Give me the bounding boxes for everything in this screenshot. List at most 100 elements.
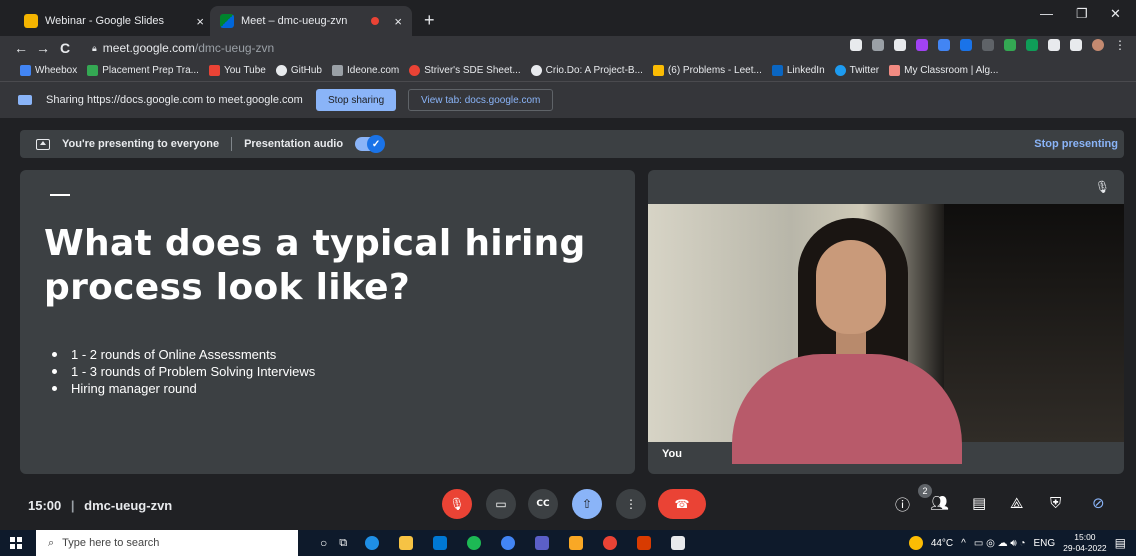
bookmark-item[interactable]: My Classroom | Alg... — [889, 65, 998, 76]
captions-button[interactable]: CC — [528, 489, 558, 519]
tab-webinar-slides[interactable]: Webinar - Google Slides × — [14, 6, 214, 36]
close-window-button[interactable]: ✕ — [1110, 6, 1121, 22]
extension-icon[interactable] — [982, 39, 994, 51]
activities-button[interactable]: ⟁ — [1010, 494, 1023, 512]
people-button[interactable]: 👥︎ — [930, 494, 949, 512]
app-icon[interactable] — [501, 536, 516, 550]
people-icon: 👥︎ — [930, 494, 950, 512]
chrome-icon[interactable] — [603, 536, 618, 550]
host-controls-button[interactable]: ⛨ — [1050, 494, 1061, 512]
camera-toggle-button[interactable]: ▭ — [486, 489, 516, 519]
bookmark-item[interactable]: Placement Prep Tra... — [87, 65, 199, 76]
taskbar-search[interactable]: ⌕ Type here to search — [36, 530, 298, 556]
info-icon: ⓘ — [895, 496, 911, 514]
extension-icon[interactable] — [960, 39, 972, 51]
app-icon[interactable] — [535, 536, 550, 550]
extension-icon[interactable] — [938, 39, 950, 51]
sidepanel-icon[interactable] — [1070, 39, 1082, 51]
person-face — [816, 240, 886, 334]
extension-icon[interactable] — [1004, 39, 1016, 51]
meeting-info: 15:00 | dmc-ueug-zvn — [28, 498, 172, 513]
notifications-icon[interactable]: ▤ — [1115, 536, 1126, 550]
presenting-status: You're presenting to everyone — [62, 138, 220, 150]
more-options-button[interactable]: ⋮ — [616, 489, 646, 519]
present-now-button[interactable]: ⇧ — [572, 489, 602, 519]
presenting-bar: You're presenting to everyone Presentati… — [20, 130, 1124, 158]
share-icon[interactable] — [872, 39, 884, 51]
system-tray: 44°C ^ ▭ ◎ ☁ 🔊︎ ◔ ENG 15:00 29-04-2022 ▤ — [908, 530, 1126, 556]
companion-button[interactable]: ⊘ — [1092, 494, 1105, 512]
bookmark-item[interactable]: (6) Problems - Leet... — [652, 65, 762, 76]
meeting-details-button[interactable]: ⓘ — [895, 494, 910, 515]
tab-close-icon[interactable]: × — [196, 14, 204, 29]
temperature[interactable]: 44°C — [931, 538, 953, 549]
office-icon[interactable] — [637, 536, 652, 550]
mail-icon[interactable] — [433, 536, 448, 550]
stop-presenting-button[interactable]: Stop presenting — [1034, 138, 1118, 150]
tray-arrow-icon[interactable]: ^ — [961, 538, 966, 549]
tab-meet[interactable]: Meet – dmc-ueug-zvn × — [210, 6, 412, 36]
mic-toggle-button[interactable]: 🎙︎ — [442, 489, 472, 519]
restore-button[interactable]: ❐ — [1076, 6, 1088, 22]
bookmark-icon — [530, 65, 542, 76]
slide-bullet: Hiring manager round — [52, 380, 315, 397]
menu-kebab-icon[interactable]: ⋮ — [1114, 39, 1126, 51]
presentation-audio-toggle[interactable]: ✓ — [355, 135, 386, 153]
profile-avatar-icon[interactable] — [1092, 39, 1104, 51]
bookmark-item[interactable]: Crio.Do: A Project-B... — [530, 65, 643, 76]
weather-icon — [908, 536, 923, 550]
captions-icon: CC — [536, 499, 550, 509]
participant-name: You — [662, 448, 682, 460]
cortana-icon[interactable]: ○ — [320, 536, 327, 550]
self-video-tile[interactable]: 🎙︎ You — [648, 170, 1124, 474]
file-explorer-icon[interactable] — [399, 536, 414, 550]
new-tab-button[interactable]: + — [424, 10, 435, 31]
bookmark-icon — [889, 65, 901, 76]
linkedin-icon — [771, 65, 783, 76]
clock-time: 15:00 — [1074, 532, 1096, 542]
forward-button[interactable]: → — [32, 40, 54, 56]
browser-tab-strip: Webinar - Google Slides × Meet – dmc-ueu… — [0, 0, 1136, 36]
extension-icon[interactable] — [916, 39, 928, 51]
stop-sharing-button[interactable]: Stop sharing — [316, 89, 397, 111]
bookmark-star-icon[interactable] — [894, 39, 906, 51]
bookmark-item[interactable]: GitHub — [275, 65, 322, 76]
view-tab-button[interactable]: View tab: docs.google.com — [408, 89, 554, 111]
bookmark-label: GitHub — [290, 65, 322, 76]
address-bar[interactable]: 🔒︎ meet.google.com/dmc-ueug-zvn — [92, 38, 792, 58]
edge-icon[interactable] — [365, 536, 380, 550]
sublime-icon[interactable] — [569, 536, 584, 550]
extension-icon[interactable] — [1026, 39, 1038, 51]
bookmark-item[interactable]: Ideone.com — [332, 65, 399, 76]
bookmark-item[interactable]: Striver's SDE Sheet... — [409, 65, 521, 76]
tab-close-icon[interactable]: × — [394, 14, 402, 29]
bookmark-item[interactable]: You Tube — [208, 65, 266, 76]
chat-button[interactable]: ▤ — [972, 494, 986, 512]
bookmarks-bar: Wheebox Placement Prep Tra... You Tube G… — [0, 60, 1136, 82]
tab-sharing-bar: Sharing https://docs.google.com to meet.… — [0, 82, 1136, 118]
back-button[interactable]: ← — [10, 40, 32, 56]
twitter-icon — [834, 65, 846, 76]
task-view-icon[interactable]: ⧉ — [339, 537, 347, 550]
tray-icons[interactable]: ▭ ◎ ☁ 🔊︎ ◔ — [974, 538, 1026, 549]
bookmark-label: You Tube — [223, 65, 266, 76]
bullet-text: Hiring manager round — [71, 381, 197, 396]
puzzle-icon[interactable] — [1048, 39, 1060, 51]
windows-taskbar: ⌕ Type here to search ○ ⧉ 44°C ^ ▭ ◎ ☁ 🔊… — [0, 530, 1136, 556]
bookmark-item[interactable]: Wheebox — [20, 65, 77, 76]
system-clock[interactable]: 15:00 29-04-2022 — [1063, 532, 1106, 554]
bookmark-item[interactable]: LinkedIn — [771, 65, 825, 76]
google-slides-icon — [24, 14, 38, 28]
more-vert-icon: ⋮ — [625, 497, 637, 511]
notion-icon[interactable] — [671, 536, 686, 550]
minimize-button[interactable]: — — [1040, 6, 1053, 21]
camera-icon[interactable] — [850, 39, 862, 51]
windows-start-icon[interactable] — [10, 537, 22, 549]
language-indicator[interactable]: ENG — [1034, 538, 1056, 549]
reload-button[interactable]: C — [54, 40, 76, 56]
bookmark-item[interactable]: Twitter — [834, 65, 879, 76]
leave-call-button[interactable]: ☎ — [658, 489, 706, 519]
spotify-icon[interactable] — [467, 536, 482, 550]
screen: Webinar - Google Slides × Meet – dmc-ueu… — [0, 0, 1136, 556]
github-icon — [275, 65, 287, 76]
